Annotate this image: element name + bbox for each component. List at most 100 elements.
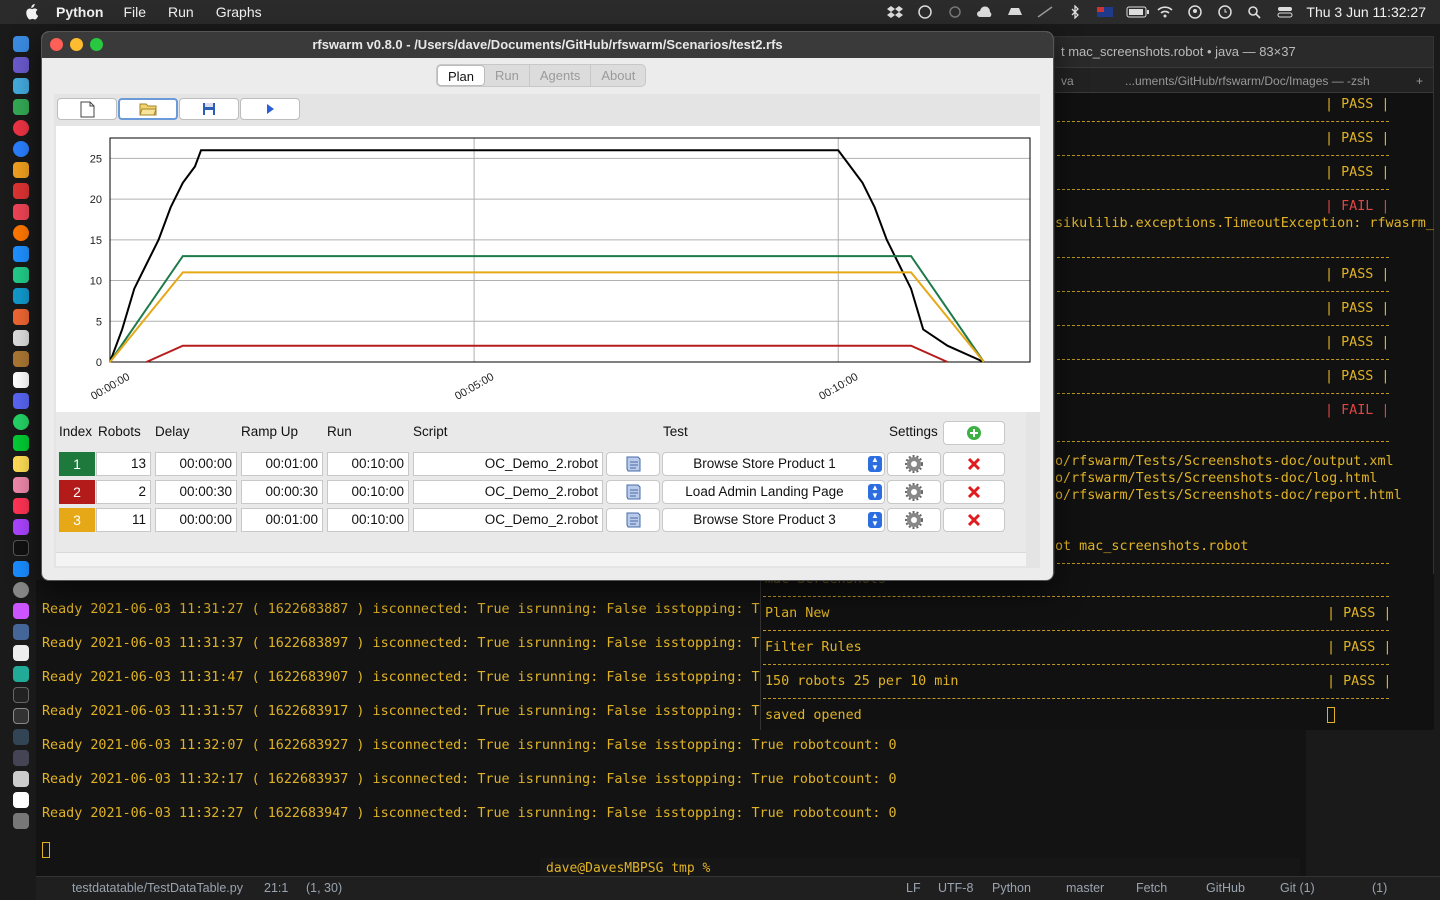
script-field[interactable]: OC_Demo_2.robot <box>413 508 603 532</box>
whatsapp-icon[interactable] <box>13 414 29 430</box>
app-icon-1[interactable] <box>13 78 29 94</box>
app-icon-12[interactable] <box>13 666 29 682</box>
delete-row-button[interactable] <box>943 452 1005 476</box>
cloud-upload-icon[interactable] <box>976 5 994 19</box>
brave-icon[interactable] <box>13 204 29 220</box>
mute-icon[interactable] <box>1036 5 1054 19</box>
status-pending[interactable]: (1) <box>1372 881 1387 895</box>
app-icon-2[interactable] <box>13 99 29 115</box>
status-language[interactable]: Python <box>992 881 1031 895</box>
test-select[interactable]: Load Admin Landing Page ▲ ▼ <box>662 480 885 504</box>
rampup-field[interactable]: 00:01:00 <box>241 452 323 476</box>
robots-field[interactable]: 11 <box>96 508 151 532</box>
calendar-icon[interactable] <box>13 372 29 388</box>
podcasts-icon[interactable] <box>13 519 29 535</box>
open-button[interactable] <box>118 98 178 120</box>
status-github[interactable]: GitHub <box>1206 881 1245 895</box>
time-machine-icon[interactable] <box>1216 5 1234 19</box>
app-icon-9[interactable] <box>13 351 29 367</box>
status-line-ending[interactable]: LF <box>906 881 921 895</box>
run-field[interactable]: 00:10:00 <box>327 452 409 476</box>
status-branch[interactable]: master <box>1066 881 1104 895</box>
app-icon-3[interactable] <box>13 162 29 178</box>
delay-field[interactable]: 00:00:30 <box>155 480 237 504</box>
add-row-button[interactable] <box>943 421 1005 445</box>
tab-run[interactable]: Run <box>485 65 530 86</box>
rocket-icon[interactable] <box>13 750 29 766</box>
script-field[interactable]: OC_Demo_2.robot <box>413 452 603 476</box>
apple-icon[interactable] <box>20 4 42 20</box>
terminal-tab-1[interactable]: va <box>1061 68 1074 94</box>
user-icon[interactable] <box>1186 5 1204 19</box>
app-icon-5[interactable] <box>13 267 29 283</box>
browser-icon[interactable] <box>13 141 29 157</box>
app-icon-10[interactable] <box>13 603 29 619</box>
row-settings-button[interactable] <box>887 452 941 476</box>
search-icon[interactable] <box>1246 5 1264 19</box>
select-script-button[interactable] <box>606 480 660 504</box>
robots-field[interactable]: 2 <box>96 480 151 504</box>
select-script-button[interactable] <box>606 508 660 532</box>
delay-field[interactable]: 00:00:00 <box>155 508 237 532</box>
terminal-tab-2[interactable]: ...uments/GitHub/rfswarm/Doc/Images — -z… <box>1125 68 1370 94</box>
status-position[interactable]: 21:1 <box>264 881 288 895</box>
app-icon-8[interactable] <box>13 330 29 346</box>
status-git[interactable]: Git (1) <box>1280 881 1315 895</box>
horizontal-scrollbar[interactable] <box>56 552 1026 566</box>
document-icon-2[interactable] <box>13 792 29 808</box>
clock[interactable]: Thu 3 Jun 11:32:27 <box>1306 4 1426 20</box>
line-icon[interactable] <box>13 435 29 451</box>
script-field[interactable]: OC_Demo_2.robot <box>413 480 603 504</box>
sync-icon[interactable] <box>946 5 964 19</box>
battery-icon[interactable] <box>1126 5 1150 19</box>
hat-icon[interactable] <box>1006 5 1024 19</box>
tv-icon[interactable] <box>13 540 29 556</box>
photos-icon[interactable] <box>13 477 29 493</box>
terminal-results[interactable]: mac Screenshots Plan New | PASS | Filter… <box>760 572 1434 730</box>
tab-plan[interactable]: Plan <box>437 65 486 86</box>
menu-file[interactable]: File <box>123 4 146 20</box>
minimize-button[interactable] <box>70 38 83 51</box>
vivaldi-icon[interactable] <box>13 183 29 199</box>
dropbox-icon[interactable] <box>886 5 904 19</box>
app-icon-7[interactable] <box>13 309 29 325</box>
terminal-icon-2[interactable] <box>13 708 29 724</box>
tab-agents[interactable]: Agents <box>530 65 592 86</box>
menu-graphs[interactable]: Graphs <box>216 4 262 20</box>
appstore-icon[interactable] <box>13 561 29 577</box>
app-menu-python[interactable]: Python <box>56 4 103 20</box>
row-settings-button[interactable] <box>887 480 941 504</box>
row-settings-button[interactable] <box>887 508 941 532</box>
run-field[interactable]: 00:10:00 <box>327 508 409 532</box>
music-icon[interactable] <box>13 498 29 514</box>
flag-icon[interactable] <box>1096 5 1114 19</box>
wifi-icon[interactable] <box>1156 5 1174 19</box>
app-icon-6[interactable] <box>13 288 29 304</box>
robots-field[interactable]: 13 <box>96 452 151 476</box>
status-file[interactable]: testdatatable/TestDataTable.py <box>72 881 243 895</box>
test-select[interactable]: Browse Store Product 3 ▲ ▼ <box>662 508 885 532</box>
new-tab-button[interactable]: + <box>1416 68 1423 94</box>
chrome-icon[interactable] <box>13 120 29 136</box>
menu-run[interactable]: Run <box>168 4 194 20</box>
test-select[interactable]: Browse Store Product 1 ▲ ▼ <box>662 452 885 476</box>
zoom-button[interactable] <box>90 38 103 51</box>
app-icon-4[interactable] <box>13 246 29 262</box>
bluetooth-icon[interactable] <box>1066 4 1084 20</box>
save-button[interactable] <box>179 98 239 120</box>
control-center-icon[interactable] <box>1276 5 1294 19</box>
launchpad-icon[interactable] <box>13 57 29 73</box>
app-icon-14[interactable] <box>13 771 29 787</box>
finder-icon[interactable] <box>13 36 29 52</box>
discord-icon[interactable] <box>13 393 29 409</box>
play-button[interactable] <box>240 98 300 120</box>
delete-row-button[interactable] <box>943 508 1005 532</box>
status-fetch[interactable]: Fetch <box>1136 881 1167 895</box>
document-icon[interactable] <box>13 645 29 661</box>
app-icon-13[interactable] <box>13 729 29 745</box>
rampup-field[interactable]: 00:00:30 <box>241 480 323 504</box>
notes-icon[interactable] <box>13 456 29 472</box>
status-encoding[interactable]: UTF-8 <box>938 881 973 895</box>
vpn-icon[interactable] <box>916 5 934 19</box>
app-icon-11[interactable] <box>13 624 29 640</box>
